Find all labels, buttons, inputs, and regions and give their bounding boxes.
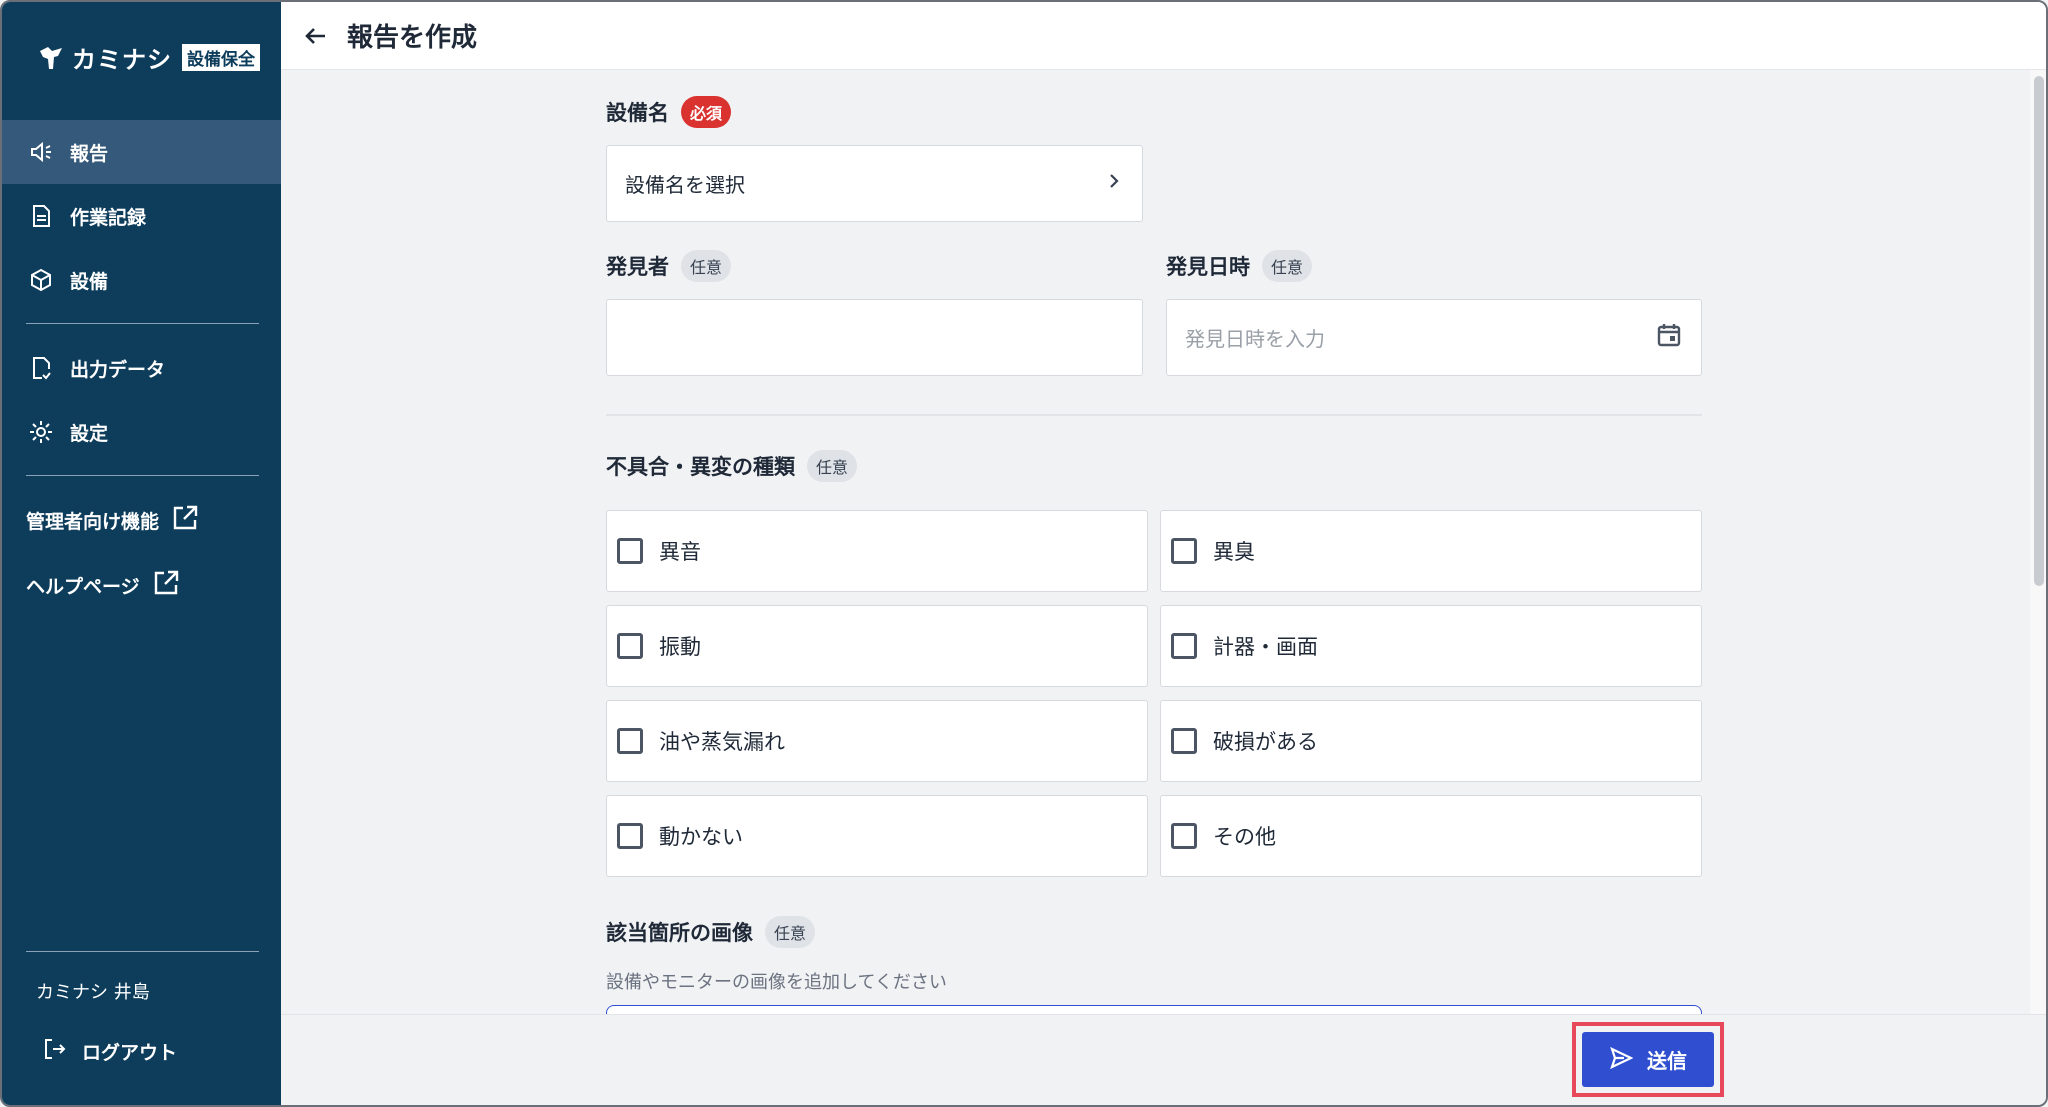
checkbox-option-vibration[interactable]: 振動 — [606, 605, 1148, 687]
checkbox[interactable] — [1171, 728, 1197, 754]
image-upload-area[interactable] — [606, 1005, 1702, 1014]
label-text: 設備名 — [606, 101, 669, 125]
checkbox-option-gauge-screen[interactable]: 計器・画面 — [1160, 605, 1702, 687]
checkbox[interactable] — [1171, 538, 1197, 564]
finder-input[interactable] — [606, 299, 1143, 376]
checkbox-label: 破損がある — [1213, 730, 1318, 754]
sidebar-item-report[interactable]: 報告 — [2, 120, 281, 184]
defect-types-field-label: 不具合・異変の種類 任意 — [606, 450, 858, 482]
sidebar-item-label: 設備 — [70, 270, 109, 293]
checkbox-option-damage[interactable]: 破損がある — [1160, 700, 1702, 782]
sidebar-item-label: 報告 — [70, 142, 109, 165]
optional-badge: 任意 — [1262, 250, 1313, 282]
sidebar-item-work-records[interactable]: 作業記録 — [2, 184, 281, 248]
sidebar: カミナシ 設備保全 報告 作業記録 設備 出力データ 設定 管理者向け機能 ヘル… — [2, 2, 281, 1105]
checkbox-label: 油や蒸気漏れ — [659, 730, 785, 754]
submit-button[interactable]: 送信 — [1582, 1032, 1714, 1087]
optional-badge: 任意 — [681, 250, 732, 282]
app-logo[interactable]: カミナシ 設備保全 — [36, 40, 260, 75]
app-window: カミナシ 設備保全 報告 作業記録 設備 出力データ 設定 管理者向け機能 ヘル… — [0, 0, 2048, 1107]
calendar-icon[interactable] — [1655, 321, 1683, 354]
checkbox-option-abnormal-smell[interactable]: 異臭 — [1160, 510, 1702, 592]
equipment-select-placeholder: 設備名を選択 — [625, 173, 745, 197]
checkbox-label: 動かない — [659, 825, 743, 849]
images-helper-text: 設備やモニターの画像を追加してください — [606, 972, 947, 993]
report-form: 設備名 必須 設備名を選択 発見者 任意 発見日時 任意 発見日時を入力 不具合… — [281, 70, 2031, 1014]
document-icon — [28, 203, 54, 229]
checkbox-option-not-working[interactable]: 動かない — [606, 795, 1148, 877]
checkbox[interactable] — [617, 823, 643, 849]
sidebar-divider — [26, 475, 259, 476]
checkbox[interactable] — [1171, 633, 1197, 659]
user-name: カミナシ 井島 — [36, 982, 150, 1003]
sidebar-link-label: 管理者向け機能 — [26, 510, 160, 533]
finder-field-label: 発見者 任意 — [606, 250, 732, 282]
sidebar-divider — [26, 323, 259, 324]
checkbox-option-other[interactable]: その他 — [1160, 795, 1702, 877]
sidebar-item-equipment[interactable]: 設備 — [2, 248, 281, 312]
found-at-placeholder: 発見日時を入力 — [1185, 327, 1325, 351]
optional-badge: 任意 — [765, 916, 816, 948]
checkbox[interactable] — [617, 728, 643, 754]
equipment-select[interactable]: 設備名を選択 — [606, 145, 1143, 222]
equipment-field-label: 設備名 必須 — [606, 96, 732, 128]
sidebar-link-label: ヘルプページ — [26, 575, 140, 598]
scrollbar-thumb[interactable] — [2034, 76, 2044, 586]
megaphone-icon — [28, 139, 54, 165]
cube-icon — [28, 267, 54, 293]
form-footer — [281, 1014, 2046, 1105]
found-at-input[interactable]: 発見日時を入力 — [1166, 299, 1702, 376]
images-field-label: 該当箇所の画像 任意 — [606, 916, 816, 948]
external-link-icon — [152, 569, 180, 601]
logout-label: ログアウト — [82, 1041, 178, 1064]
section-divider — [606, 414, 1702, 416]
logo-badge: 設備保全 — [182, 44, 260, 71]
optional-badge: 任意 — [807, 450, 858, 482]
submit-button-label: 送信 — [1647, 1049, 1687, 1073]
required-badge: 必須 — [681, 96, 732, 128]
label-text: 該当箇所の画像 — [606, 921, 753, 945]
page-header: 報告を作成 — [281, 2, 2046, 70]
file-export-icon — [28, 355, 54, 381]
checkbox-label: 異臭 — [1213, 540, 1255, 564]
logo-text: カミナシ — [72, 46, 172, 74]
external-link-icon — [171, 504, 199, 536]
sidebar-item-label: 設定 — [70, 422, 109, 445]
label-text: 不具合・異変の種類 — [606, 455, 795, 479]
logout-button[interactable]: ログアウト — [42, 1036, 177, 1066]
sidebar-divider — [26, 951, 259, 952]
label-text: 発見者 — [606, 255, 669, 279]
checkbox-label: 異音 — [659, 540, 701, 564]
sidebar-item-label: 作業記録 — [70, 206, 147, 229]
label-text: 発見日時 — [1166, 255, 1250, 279]
checkbox[interactable] — [617, 538, 643, 564]
checkbox-label: その他 — [1213, 825, 1276, 849]
checkbox[interactable] — [617, 633, 643, 659]
logo-mark-icon — [40, 46, 62, 69]
logout-icon — [42, 1036, 68, 1066]
found-at-field-label: 発見日時 任意 — [1166, 250, 1313, 282]
sidebar-item-settings[interactable]: 設定 — [2, 400, 281, 464]
chevron-right-icon — [1104, 171, 1124, 196]
gear-icon — [28, 419, 54, 445]
sidebar-link-help[interactable]: ヘルプページ — [26, 569, 180, 601]
checkbox-option-leak[interactable]: 油や蒸気漏れ — [606, 700, 1148, 782]
checkbox-label: 計器・画面 — [1213, 635, 1318, 659]
page-title: 報告を作成 — [347, 23, 478, 53]
checkbox-option-abnormal-sound[interactable]: 異音 — [606, 510, 1148, 592]
scrollbar[interactable] — [2030, 70, 2046, 1014]
checkbox[interactable] — [1171, 823, 1197, 849]
back-arrow-icon[interactable] — [299, 19, 333, 53]
sidebar-item-label: 出力データ — [70, 358, 166, 381]
checkbox-label: 振動 — [659, 635, 701, 659]
send-icon — [1609, 1046, 1634, 1074]
sidebar-item-export-data[interactable]: 出力データ — [2, 336, 281, 400]
sidebar-link-admin[interactable]: 管理者向け機能 — [26, 504, 199, 536]
